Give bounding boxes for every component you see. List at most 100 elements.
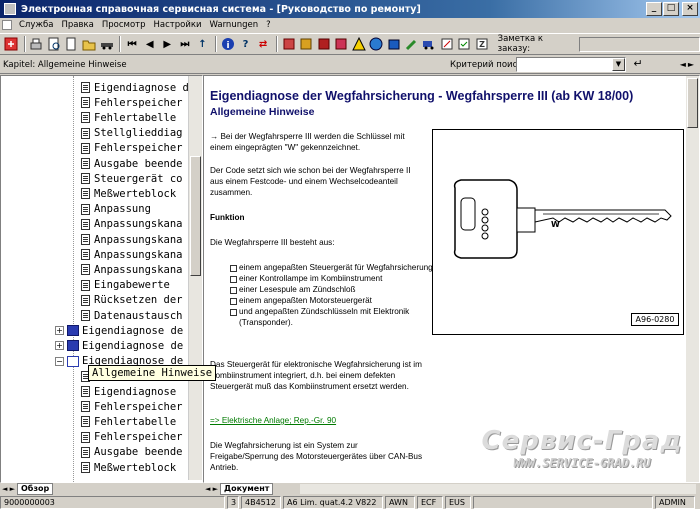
status-code-eus: EUS <box>445 495 471 509</box>
toolbar: ⏮ ◀ ▶ ⏭ ↑ i ? ⇄ Z Заметка к заказу: <box>0 33 700 55</box>
tree-item[interactable]: Fehlerspeicher <box>81 399 183 414</box>
app-icon <box>4 3 16 15</box>
book-1-icon[interactable] <box>281 36 297 52</box>
electrical-system-link[interactable]: => Elektrische Anlage; Rep.-Gr. 90 <box>210 416 336 425</box>
book-2-icon[interactable] <box>298 36 314 52</box>
document-icon <box>81 97 90 109</box>
help-icon[interactable]: ? <box>238 36 254 52</box>
tree-item[interactable]: Eigendiagnose <box>81 384 176 399</box>
svg-text:i: i <box>226 41 229 51</box>
tree-item[interactable]: Eigendiagnose d <box>81 80 189 95</box>
menu-edit[interactable]: Правка <box>58 20 98 30</box>
document-scrollbar[interactable] <box>686 76 699 482</box>
tree-item-label: Ausgabe beende <box>94 446 183 459</box>
first-icon[interactable]: ⏮ <box>124 36 140 52</box>
search-input[interactable]: ▼ <box>516 57 626 72</box>
expand-icon[interactable]: + <box>55 341 64 351</box>
exit-icon[interactable] <box>3 36 19 52</box>
check-icon[interactable] <box>457 36 473 52</box>
tree-item-label: Anpassungskana <box>94 248 183 261</box>
tree-item[interactable]: Steuergerät co <box>81 171 183 186</box>
svg-text:Z: Z <box>479 40 485 49</box>
tree-item-label: Ausgabe beende <box>94 157 183 170</box>
document-subtitle: Allgemeine Hinweise <box>210 106 315 118</box>
tree-item[interactable]: Fehlerspeicher <box>81 430 183 445</box>
tree-item-label: Meßwerteblock <box>94 187 177 200</box>
tree-item[interactable]: Meßwerteblock <box>81 186 176 201</box>
tree-item-label: Meßwerteblock <box>94 461 177 474</box>
tree-item[interactable]: Ausgabe beende <box>81 445 183 460</box>
menu-view[interactable]: Просмотр <box>98 20 150 30</box>
expand-icon[interactable]: + <box>55 326 64 336</box>
globe-icon[interactable] <box>369 36 385 52</box>
collapse-icon[interactable]: − <box>55 356 64 366</box>
tree-item-label: Rücksetzen der <box>94 294 183 307</box>
tree-item-label: Fehlerspeicher <box>94 400 183 413</box>
tab-document[interactable]: Документ <box>220 483 274 495</box>
key-figure: W A96-0280 <box>432 129 684 335</box>
tree-item[interactable]: Anpassungskana <box>81 247 183 262</box>
document-icon <box>81 310 90 321</box>
document-icon <box>81 127 90 139</box>
new-doc-icon[interactable] <box>64 36 80 52</box>
watermark-url: WWW.SERVICE-GRAD.RU <box>513 456 651 470</box>
prev-icon[interactable]: ◀ <box>142 36 158 52</box>
warning-icon[interactable] <box>351 36 367 52</box>
car-icon[interactable] <box>99 36 115 52</box>
last-icon[interactable]: ⏭ <box>177 36 193 52</box>
tree-scrollbar[interactable] <box>188 76 202 480</box>
tree-item-label: Fehlerspeicher <box>94 96 183 109</box>
tree-item[interactable]: Anpassungskana <box>81 262 183 277</box>
chapter-nav-arrows[interactable]: ◄► <box>680 60 696 69</box>
document-scroll-thumb[interactable] <box>687 78 698 128</box>
open-icon[interactable] <box>81 36 97 52</box>
search-enter-button[interactable]: ↵ <box>631 58 645 72</box>
tree-item[interactable]: Meßwerteblock <box>81 460 176 475</box>
minimize-button[interactable]: _ <box>646 2 662 16</box>
book-3-icon[interactable] <box>316 36 332 52</box>
tree-tab-arrows[interactable]: ◄ ► <box>0 485 17 493</box>
tree-item[interactable]: Fehlerspeicher <box>81 95 183 110</box>
document-tab-arrows[interactable]: ◄ ► <box>203 485 220 493</box>
document-icon <box>81 234 90 245</box>
tree-item[interactable]: Anpassungskana <box>81 232 183 247</box>
print-preview-icon[interactable] <box>46 36 62 52</box>
document-icon <box>81 416 90 428</box>
tree-item[interactable]: Stellglieddiag <box>81 126 183 141</box>
info-icon[interactable]: i <box>220 36 236 52</box>
tree-item-label: Eigendiagnose de <box>82 324 184 337</box>
close-button[interactable]: × <box>682 2 698 16</box>
document-icon <box>81 173 90 185</box>
tree-item[interactable]: + Eigendiagnose de <box>55 323 183 338</box>
tree-item[interactable]: Ausgabe beende <box>81 156 183 171</box>
tree-item[interactable]: Rücksetzen der <box>81 293 183 308</box>
menu-warnings[interactable]: Warnungen <box>206 20 263 30</box>
tool-icon[interactable] <box>386 36 402 52</box>
print-icon[interactable] <box>29 36 45 52</box>
maximize-button[interactable]: □ <box>663 2 679 16</box>
chevron-down-icon[interactable]: ▼ <box>612 58 625 71</box>
tree-item[interactable]: Eingabewerte <box>81 278 170 293</box>
tree-scroll-thumb[interactable] <box>190 156 201 276</box>
menu-settings[interactable]: Настройки <box>150 20 206 30</box>
tree-item[interactable]: Anpassung <box>81 202 151 217</box>
truck-icon[interactable] <box>421 36 437 52</box>
tree-item[interactable]: Anpassungskana <box>81 217 183 232</box>
tree-item[interactable]: Fehlertabelle <box>81 414 176 429</box>
tree-item[interactable]: Fehlerspeicher <box>81 141 183 156</box>
tree-item[interactable]: Datenaustausch <box>81 308 183 323</box>
wrench-icon[interactable] <box>404 36 420 52</box>
menu-service[interactable]: Служба <box>15 20 58 30</box>
tree-item[interactable]: Fehlertabelle <box>81 110 176 125</box>
filter-icon[interactable]: Z <box>474 36 490 52</box>
up-level-icon[interactable]: ↑ <box>195 36 211 52</box>
tree-item[interactable]: + Eigendiagnose de <box>55 338 183 353</box>
edit-icon[interactable] <box>439 36 455 52</box>
menu-help[interactable]: ? <box>262 20 275 30</box>
order-note-field[interactable] <box>579 36 700 52</box>
document-hscrollbar[interactable] <box>300 484 696 494</box>
book-4-icon[interactable] <box>334 36 350 52</box>
sync-icon[interactable]: ⇄ <box>255 36 271 52</box>
tab-overview[interactable]: Обзор <box>17 483 54 495</box>
next-icon[interactable]: ▶ <box>160 36 176 52</box>
